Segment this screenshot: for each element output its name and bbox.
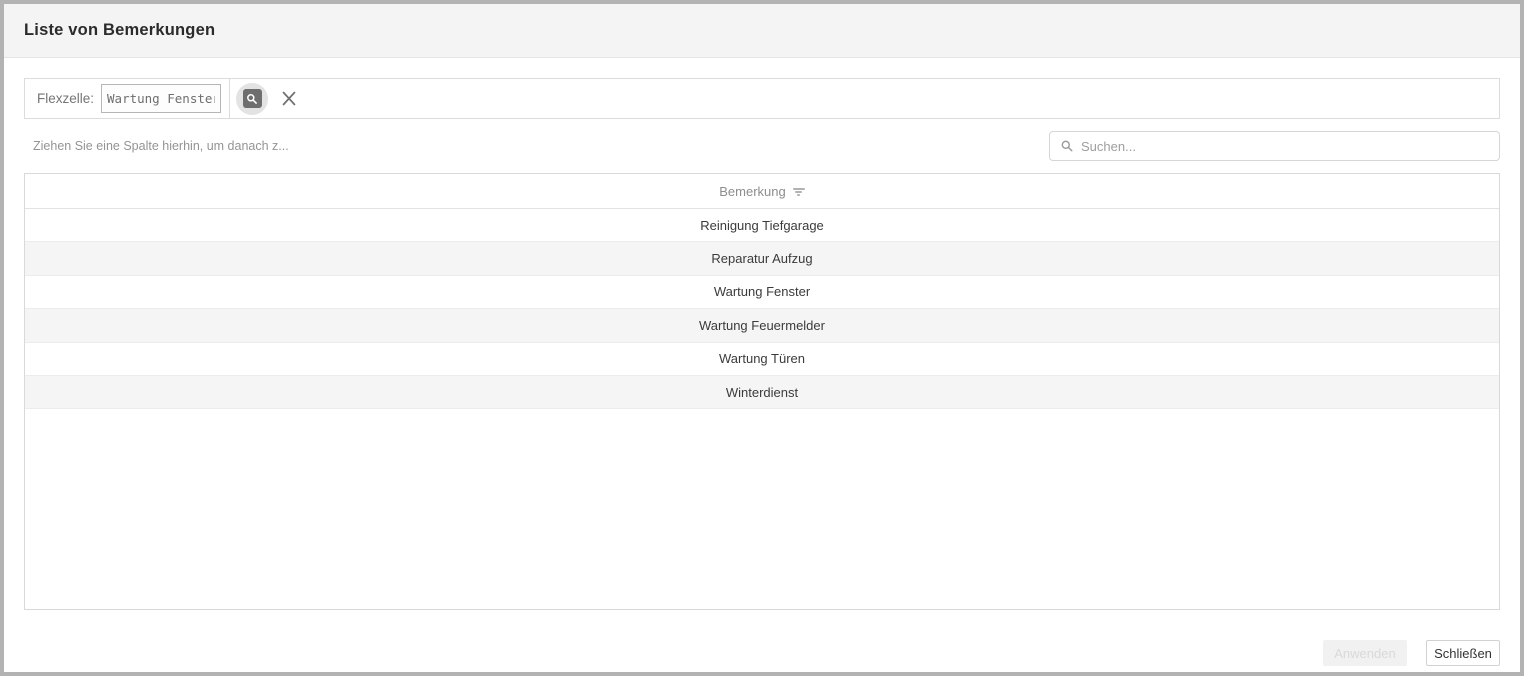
table-row[interactable]: Wartung Feuermelder — [25, 309, 1499, 342]
grid-search-input[interactable] — [1081, 139, 1489, 154]
filter-icon[interactable] — [793, 186, 805, 196]
flexcell-clear-button[interactable] — [279, 89, 299, 108]
flexcell-search-button[interactable] — [236, 83, 268, 115]
table-row[interactable]: Reinigung Tiefgarage — [25, 209, 1499, 242]
apply-button[interactable]: Anwenden — [1323, 640, 1407, 666]
group-panel-drop-area: Ziehen Sie eine Spalte hierhin, um danac… — [24, 139, 289, 153]
table-row[interactable]: Wartung Fenster — [25, 276, 1499, 309]
flexcell-label: Flexzelle: — [37, 91, 94, 106]
flexcell-toolbar: Flexzelle: — [24, 78, 1500, 119]
magnifier-icon — [243, 89, 262, 108]
dialog-window: Liste von Bemerkungen Flexzelle: — [0, 0, 1524, 676]
page-title: Liste von Bemerkungen — [24, 21, 215, 40]
search-icon — [1060, 139, 1081, 153]
flexcell-input[interactable] — [101, 84, 221, 113]
dialog-titlebar: Liste von Bemerkungen — [4, 4, 1520, 58]
close-button[interactable]: Schließen — [1426, 640, 1500, 666]
column-header-label: Bemerkung — [719, 184, 785, 199]
table-body: Reinigung TiefgarageReparatur AufzugWart… — [25, 209, 1499, 409]
dialog-content: Flexzelle: Ziehen — [4, 58, 1520, 610]
table-row[interactable]: Wartung Türen — [25, 343, 1499, 376]
grid-search-box[interactable] — [1049, 131, 1500, 161]
dialog-footer: Anwenden Schließen — [1323, 640, 1500, 666]
close-icon — [279, 89, 299, 108]
remarks-table: Bemerkung Reinigung TiefgarageReparatur … — [24, 173, 1500, 610]
table-row[interactable]: Reparatur Aufzug — [25, 242, 1499, 275]
grid-header-panel: Ziehen Sie eine Spalte hierhin, um danac… — [24, 119, 1500, 173]
table-row[interactable]: Winterdienst — [25, 376, 1499, 409]
column-header-bemerkung[interactable]: Bemerkung — [25, 174, 1499, 209]
toolbar-divider — [229, 79, 230, 118]
